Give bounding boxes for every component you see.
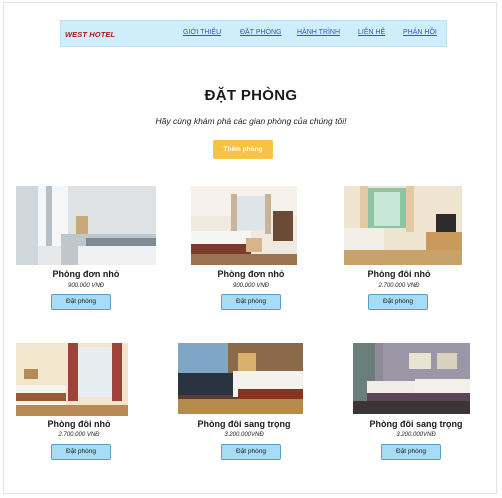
nav-link-contact[interactable]: LIÊN HỆ (358, 29, 385, 36)
room-price: 900.000 VNĐ (67, 283, 105, 289)
room-price: 2.700.000 VNĐ (58, 432, 100, 438)
nav-link-feedback[interactable]: PHẢN HỒI (403, 29, 437, 36)
room-name: Phòng đơn nhỏ (52, 269, 120, 279)
room-price: 3.200.000VNĐ (396, 432, 436, 438)
page-title: ĐẶT PHÒNG (204, 87, 298, 104)
room-photo[interactable] (344, 186, 462, 265)
book-room-button[interactable]: Đặt phòng (51, 444, 111, 460)
nav-link-about[interactable]: GIỚI THIỆU (183, 29, 221, 36)
room-photo[interactable] (191, 186, 297, 265)
room-name: Phòng đôi sang trọng (369, 419, 463, 429)
room-price: 2.700.000 VNĐ (378, 283, 420, 289)
room-price: 900.000 VNĐ (232, 283, 270, 289)
top-navbar: WEST HOTEL GIỚI THIỆU ĐẶT PHÒNG HÀNH TRÌ… (60, 20, 447, 47)
book-room-button[interactable]: Đặt phòng (51, 294, 111, 310)
book-room-button[interactable]: Đặt phòng (381, 444, 441, 460)
room-photo[interactable] (353, 343, 470, 414)
page-subtitle: Hãy cùng khám phá các gian phòng của chú… (155, 116, 347, 126)
nav-link-itinerary[interactable]: HÀNH TRÌNH (297, 29, 340, 36)
room-name: Phòng đôi nhỏ (47, 419, 111, 429)
book-room-button[interactable]: Đặt phòng (368, 294, 428, 310)
room-price: 3.200.000VNĐ (224, 432, 264, 438)
book-room-button[interactable]: Đặt phòng (221, 294, 281, 310)
room-photo[interactable] (178, 343, 303, 414)
book-room-button[interactable]: Đặt phòng (221, 444, 281, 460)
room-name: Phòng đơn nhỏ (217, 269, 285, 279)
room-name: Phòng đôi nhỏ (367, 269, 431, 279)
brand-logo[interactable]: WEST HOTEL (65, 30, 115, 39)
nav-link-booking[interactable]: ĐẶT PHÒNG (240, 29, 282, 36)
room-name: Phòng đôi sang trọng (197, 419, 291, 429)
room-photo[interactable] (16, 343, 128, 416)
room-photo[interactable] (16, 186, 156, 265)
add-room-button[interactable]: Thêm phòng (213, 140, 273, 159)
